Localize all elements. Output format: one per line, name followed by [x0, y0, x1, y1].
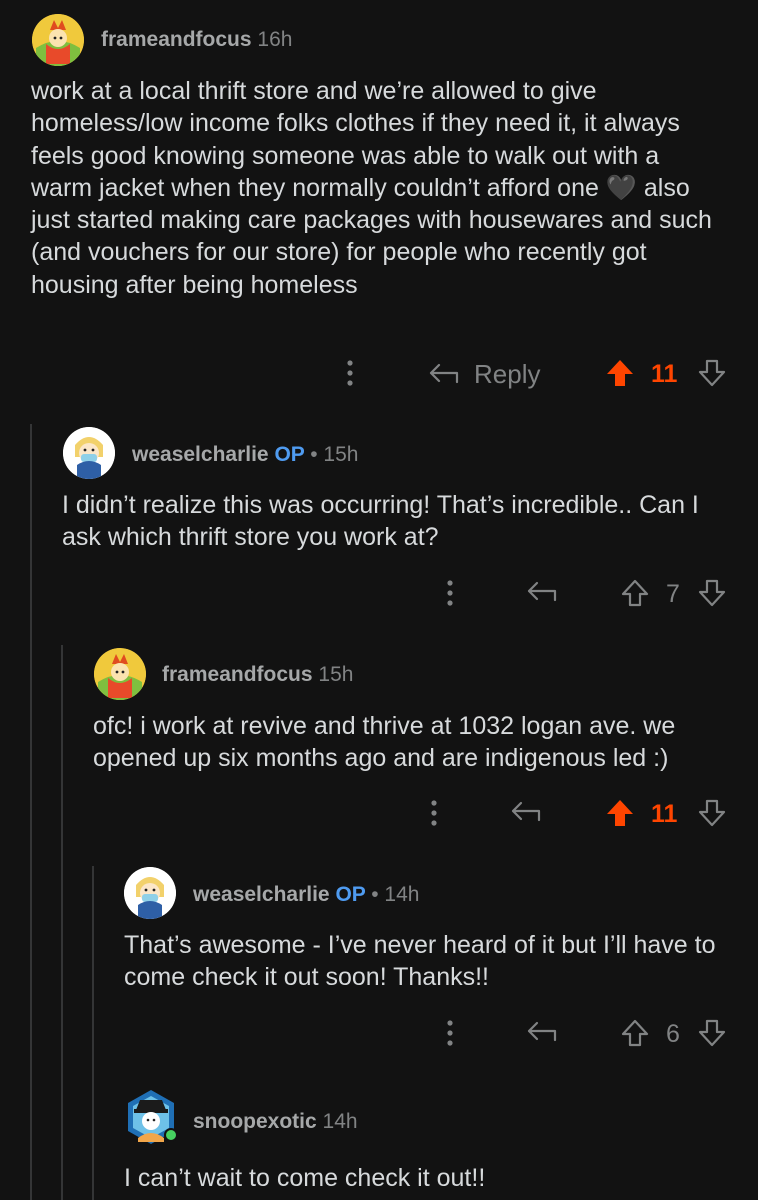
timestamp: • 14h [371, 883, 420, 906]
username[interactable]: weaselcharlie [132, 443, 269, 466]
op-badge: OP [274, 443, 305, 466]
reply-button[interactable] [526, 580, 558, 604]
timestamp: 16h [257, 28, 293, 51]
upvote-filled-icon [607, 360, 633, 386]
upvote-button[interactable] [605, 358, 635, 388]
username[interactable]: frameandfocus [101, 28, 252, 51]
upvote-icon [621, 579, 649, 607]
timestamp: 14h [322, 1110, 358, 1133]
downvote-button[interactable] [697, 358, 727, 388]
avatar[interactable] [124, 1088, 178, 1148]
vote-count: 6 [666, 1020, 680, 1048]
timestamp: 15h [318, 663, 354, 686]
more-vertical-icon [347, 360, 353, 386]
online-indicator [164, 1128, 178, 1142]
comment-author-line: frameandfocus 16h [101, 28, 292, 52]
comment-body: I didn’t realize this was occurring! Tha… [62, 491, 699, 552]
more-vertical-icon [447, 1020, 453, 1046]
more-vertical-icon [431, 800, 437, 826]
thread-line-level-3 [92, 866, 94, 1200]
downvote-button[interactable] [697, 798, 727, 828]
snoo-avatar-icon [63, 427, 115, 479]
snoo-avatar-icon [32, 14, 84, 66]
downvote-button[interactable] [697, 1018, 727, 1048]
comment-author-line: weaselcharlie OP • 14h [193, 883, 419, 907]
downvote-button[interactable] [697, 578, 727, 608]
upvote-filled-icon [607, 800, 633, 826]
comment-body: That’s awesome - I’ve never heard of it … [124, 931, 716, 992]
reply-button[interactable] [526, 1020, 558, 1044]
avatar[interactable] [124, 867, 176, 919]
reply-arrow-icon [527, 1021, 557, 1042]
vote-count: 7 [666, 580, 680, 608]
username[interactable]: snoopexotic [193, 1110, 317, 1133]
snoo-avatar-icon [94, 648, 146, 700]
avatar[interactable] [63, 427, 115, 479]
op-badge: OP [335, 883, 366, 906]
more-options-button[interactable] [424, 798, 444, 828]
downvote-icon [698, 799, 726, 827]
username[interactable]: frameandfocus [162, 663, 313, 686]
thread-line-level-2 [61, 645, 63, 1200]
snoo-avatar-icon [124, 867, 176, 919]
vote-count: 11 [651, 800, 678, 828]
reply-button[interactable]: Reply [428, 357, 540, 391]
avatar[interactable] [32, 14, 84, 66]
snoo-avatar-icon [128, 1090, 178, 1144]
more-options-button[interactable] [340, 358, 360, 388]
more-options-button[interactable] [440, 578, 460, 608]
reply-arrow-icon [429, 363, 459, 384]
more-options-button[interactable] [440, 1018, 460, 1048]
upvote-button[interactable] [605, 798, 635, 828]
reply-arrow-icon [511, 801, 541, 822]
downvote-icon [698, 1019, 726, 1047]
reply-label: Reply [474, 358, 541, 389]
vote-count: 11 [651, 360, 678, 388]
reply-button[interactable] [510, 800, 542, 824]
comment-body: ofc! i work at revive and thrive at 1032… [93, 712, 676, 773]
username[interactable]: weaselcharlie [193, 883, 330, 906]
downvote-icon [698, 359, 726, 387]
comment-author-line: weaselcharlie OP • 15h [132, 443, 358, 467]
upvote-button[interactable] [620, 1018, 650, 1048]
timestamp: • 15h [310, 443, 359, 466]
upvote-button[interactable] [620, 578, 650, 608]
avatar[interactable] [94, 648, 146, 700]
downvote-icon [698, 579, 726, 607]
comment-body: work at a local thrift store and we’re a… [31, 77, 712, 299]
reply-arrow-icon [527, 581, 557, 602]
thread-line-level-1 [30, 424, 32, 1200]
more-vertical-icon [447, 580, 453, 606]
upvote-icon [621, 1019, 649, 1047]
comment-body: I can’t wait to come check it out!! [124, 1164, 486, 1192]
comment-author-line: snoopexotic 14h [193, 1110, 358, 1134]
comment-author-line: frameandfocus 15h [162, 663, 353, 687]
